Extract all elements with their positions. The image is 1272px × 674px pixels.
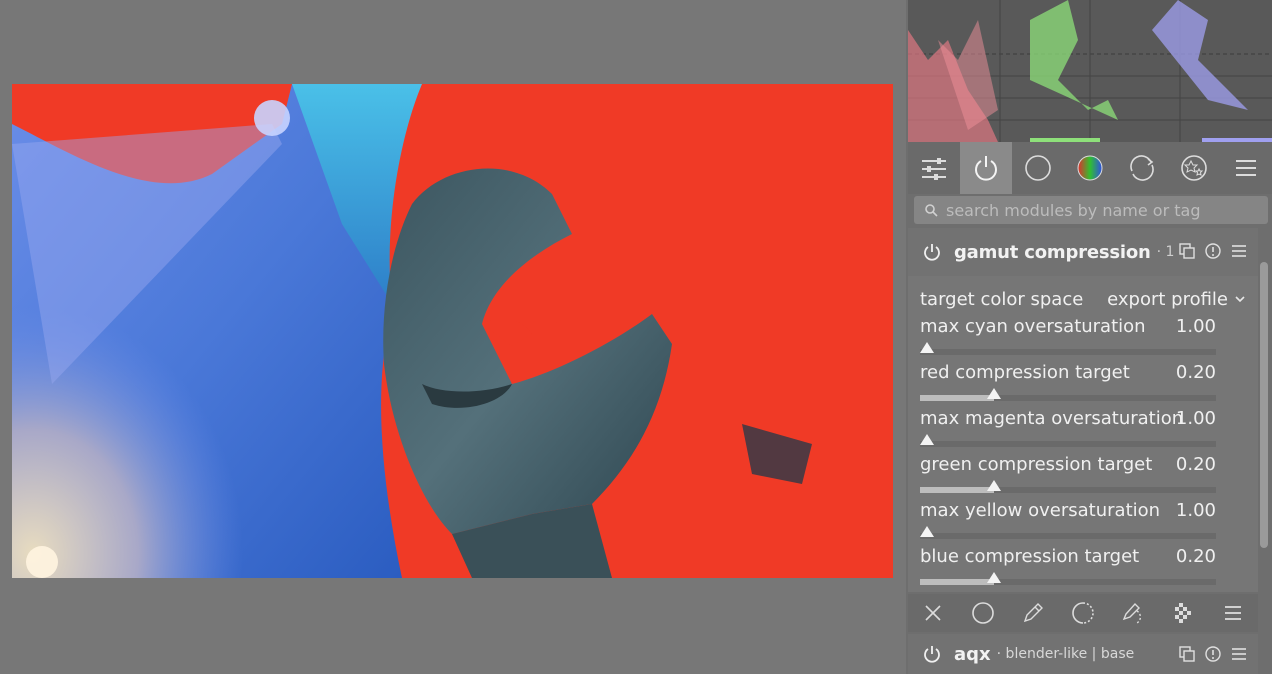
slider-label: red compression target bbox=[920, 362, 1130, 383]
module-power-icon[interactable] bbox=[922, 644, 942, 664]
slider-value: 1.00 bbox=[1175, 316, 1216, 337]
multi-instance-icon[interactable] bbox=[1178, 645, 1196, 663]
sliders-icon bbox=[922, 158, 946, 180]
slider-thumb[interactable] bbox=[987, 388, 1001, 399]
effect-group-button[interactable] bbox=[1168, 142, 1220, 194]
module-header[interactable]: gamut compression · 1 bbox=[908, 228, 1258, 276]
slider-green-compression-target[interactable]: green compression target 0.20 bbox=[920, 454, 1216, 500]
slider-label: blue compression target bbox=[920, 546, 1140, 567]
module-group-bar bbox=[908, 142, 1272, 194]
slider-value: 0.20 bbox=[1175, 546, 1216, 567]
next-module-title: aqx bbox=[954, 643, 991, 665]
slider-blue-compression-target[interactable]: blue compression target 0.20 bbox=[920, 546, 1216, 592]
target-color-space-combo[interactable]: target color space export profile bbox=[920, 286, 1246, 312]
bottom-toolbar bbox=[908, 594, 1258, 632]
slider-max-yellow-oversaturation[interactable]: max yellow oversaturation 1.00 bbox=[920, 500, 1216, 546]
slider-track[interactable] bbox=[920, 480, 1216, 493]
slider-label: max yellow oversaturation bbox=[920, 500, 1161, 521]
circle-icon bbox=[1025, 155, 1051, 181]
search-box[interactable] bbox=[914, 196, 1268, 224]
slider-thumb[interactable] bbox=[920, 526, 934, 537]
slider-thumb[interactable] bbox=[987, 572, 1001, 583]
combo-label: target color space bbox=[920, 288, 1084, 310]
next-module-header[interactable]: aqx · blender-like | base bbox=[908, 634, 1258, 674]
module-instance: · 1 bbox=[1156, 244, 1175, 260]
slider-track[interactable] bbox=[920, 526, 1216, 539]
reset-icon[interactable] bbox=[1204, 242, 1222, 260]
slider-thumb[interactable] bbox=[920, 342, 934, 353]
module-presets-icon[interactable] bbox=[1230, 645, 1248, 663]
slider-fill bbox=[920, 579, 994, 585]
active-modules-button[interactable] bbox=[960, 142, 1012, 194]
multi-instance-icon[interactable] bbox=[1178, 242, 1196, 260]
slider-label: green compression target bbox=[920, 454, 1153, 475]
right-panel: gamut compression · 1 target color space… bbox=[906, 0, 1272, 674]
correct-icon bbox=[1130, 155, 1154, 181]
slider-fill bbox=[920, 395, 994, 401]
search-input[interactable] bbox=[946, 200, 1256, 220]
slider-track[interactable] bbox=[920, 572, 1216, 585]
slider-value: 1.00 bbox=[1175, 408, 1216, 429]
hamburger-icon bbox=[1236, 160, 1256, 176]
image-viewport[interactable] bbox=[0, 0, 906, 674]
slider-max-cyan-oversaturation[interactable]: max cyan oversaturation 1.00 bbox=[920, 316, 1216, 362]
slider-value: 1.00 bbox=[1175, 500, 1216, 521]
slider-thumb[interactable] bbox=[987, 480, 1001, 491]
panel-scrollbar[interactable] bbox=[1260, 262, 1268, 548]
module-title: gamut compression bbox=[954, 241, 1151, 263]
module-presets-icon[interactable] bbox=[1230, 242, 1248, 260]
photo-image bbox=[12, 84, 893, 578]
presets-menu-button[interactable] bbox=[1220, 142, 1272, 194]
circle-mask-icon[interactable] bbox=[971, 601, 995, 625]
module-body: target color space export profile max cy… bbox=[908, 276, 1258, 592]
parametric-mask-icon[interactable] bbox=[1071, 601, 1095, 625]
photo-canvas[interactable] bbox=[12, 84, 893, 578]
effect-icon bbox=[1181, 155, 1207, 181]
search-icon bbox=[925, 204, 938, 217]
slider-track[interactable] bbox=[920, 434, 1216, 447]
histogram-graph bbox=[908, 0, 1272, 142]
combo-value: export profile bbox=[1107, 288, 1228, 310]
color-group-button[interactable] bbox=[1064, 142, 1116, 194]
pencil-icon[interactable] bbox=[1021, 601, 1045, 625]
raster-mask-icon[interactable] bbox=[1171, 601, 1195, 625]
drawn-parametric-mask-icon[interactable] bbox=[1121, 601, 1145, 625]
slider-track[interactable] bbox=[920, 342, 1216, 355]
slider-red-compression-target[interactable]: red compression target 0.20 bbox=[920, 362, 1216, 408]
slider-thumb[interactable] bbox=[920, 434, 934, 445]
next-module-subtitle: · blender-like | base bbox=[996, 646, 1135, 662]
correct-group-button[interactable] bbox=[1116, 142, 1168, 194]
slider-track[interactable] bbox=[920, 388, 1216, 401]
blend-menu-icon[interactable] bbox=[1221, 601, 1245, 625]
slider-label: max cyan oversaturation bbox=[920, 316, 1146, 337]
close-icon[interactable] bbox=[921, 601, 945, 625]
slider-max-magenta-oversaturation[interactable]: max magenta oversaturation 1.00 bbox=[920, 408, 1216, 454]
base-group-button[interactable] bbox=[1012, 142, 1064, 194]
chevron-down-icon bbox=[1235, 296, 1245, 303]
slider-value: 0.20 bbox=[1175, 454, 1216, 475]
quick-access-button[interactable] bbox=[908, 142, 960, 194]
slider-fill bbox=[920, 487, 994, 493]
slider-label: max magenta oversaturation bbox=[920, 408, 1184, 429]
module-power-icon[interactable] bbox=[922, 242, 942, 262]
slider-value: 0.20 bbox=[1175, 362, 1216, 383]
power-icon bbox=[975, 156, 997, 181]
histogram[interactable] bbox=[908, 0, 1272, 142]
reset-icon[interactable] bbox=[1204, 645, 1222, 663]
color-wheel-icon bbox=[1077, 155, 1103, 181]
